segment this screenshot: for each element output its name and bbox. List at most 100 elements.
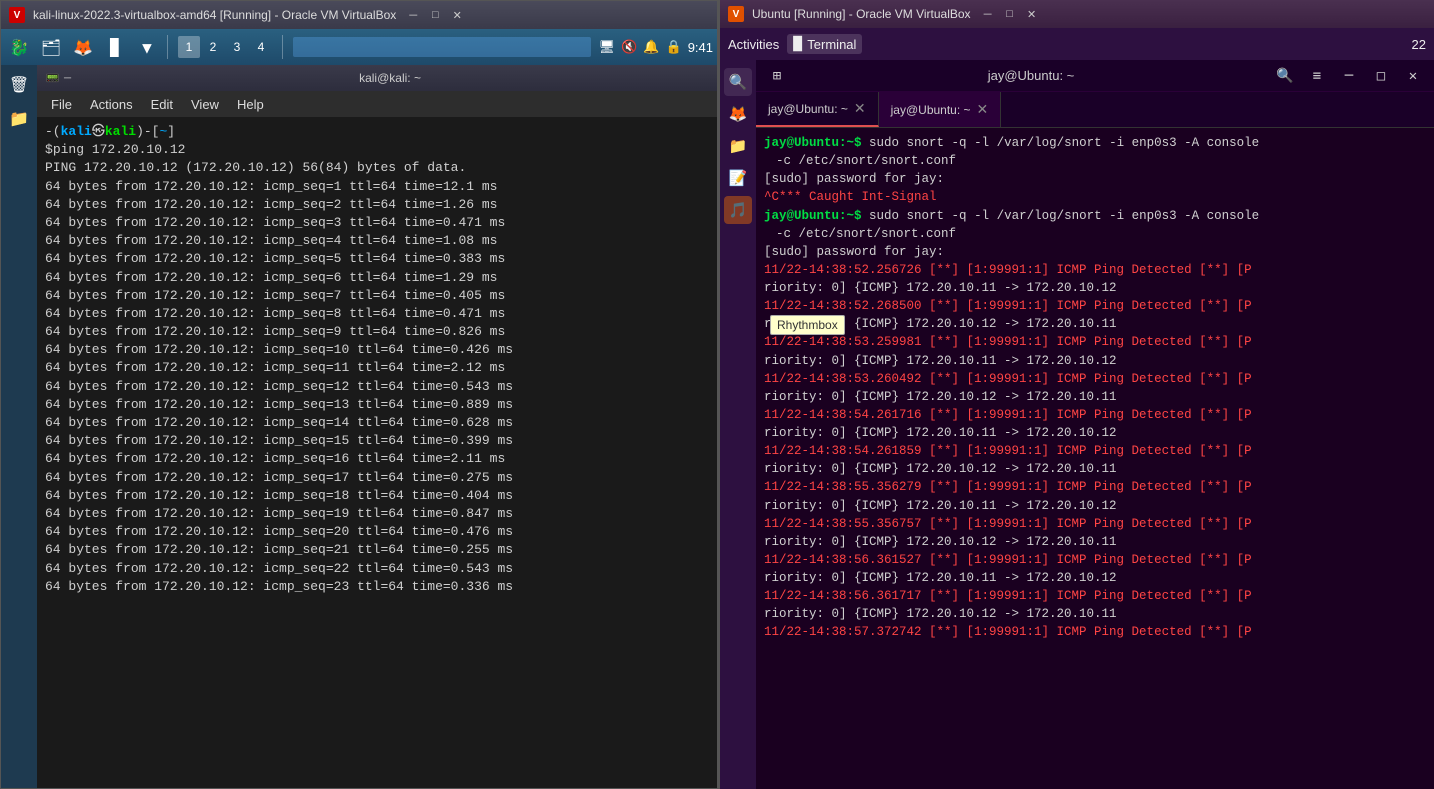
files-icon[interactable]: 🗂	[37, 33, 65, 61]
ping-line-14: 64 bytes from 172.20.10.12: icmp_seq=14 …	[45, 414, 709, 432]
ping-line-11: 64 bytes from 172.20.10.12: icmp_seq=11 …	[45, 359, 709, 377]
workspace-4[interactable]: 4	[250, 36, 272, 58]
taskbar-time: 9:41	[688, 40, 713, 55]
maximize-button[interactable]: □	[426, 6, 444, 24]
dropdown-arrow-icon[interactable]: ▼	[133, 33, 161, 61]
ubuntu-vbox-icon: V	[728, 6, 744, 22]
ubuntu-top-taskbar: Activities ▉ Terminal 22	[720, 28, 1434, 60]
ubuntu-sidebar-icon-2[interactable]: 📝	[724, 164, 752, 192]
ubuntu-prompt-2: jay@Ubuntu:~$	[764, 209, 862, 223]
snort-info-4: riority: 0] {ICMP} 172.20.10.12 -> 172.2…	[764, 388, 1426, 406]
ping-line-1: 64 bytes from 172.20.10.12: icmp_seq=1 t…	[45, 178, 709, 196]
right-maximize-button[interactable]: □	[1001, 5, 1019, 23]
workspace-1[interactable]: 1	[178, 36, 200, 58]
ubuntu-toolbar-title: jay@Ubuntu: ~	[796, 68, 1266, 83]
left-terminal-area: 📟 ─ kali@kali: ~ File Actions Edit View …	[37, 65, 717, 788]
ubuntu-tab-1[interactable]: jay@Ubuntu: ~ ✕	[756, 92, 879, 127]
ping-line-18: 64 bytes from 172.20.10.12: icmp_seq=18 …	[45, 487, 709, 505]
terminal-icon[interactable]: ▉	[101, 33, 129, 61]
taskbar-right-area: 🖥 🔇 🔔 🔒 9:41	[599, 39, 713, 55]
ping-line-22: 64 bytes from 172.20.10.12: icmp_seq=22 …	[45, 560, 709, 578]
ping-line-12: 64 bytes from 172.20.10.12: icmp_seq=12 …	[45, 378, 709, 396]
prompt-bracket-open: -(	[45, 123, 61, 141]
activities-label[interactable]: Activities	[728, 37, 779, 52]
workspace-switcher: 1 2 3 4	[178, 36, 272, 58]
ubuntu-toolbar-maximize[interactable]: □	[1368, 63, 1394, 89]
menu-file[interactable]: File	[43, 95, 80, 114]
ping-line-23: 64 bytes from 172.20.10.12: icmp_seq=23 …	[45, 578, 709, 596]
left-main-area: 🗑 📁 📟 ─ kali@kali: ~ File Actions Edit V…	[1, 65, 717, 788]
snort-info-1: riority: 0] {ICMP} 172.20.10.11 -> 172.2…	[764, 279, 1426, 297]
ubuntu-toolbar-close[interactable]: ✕	[1400, 63, 1426, 89]
snort-info-5: riority: 0] {ICMP} 172.20.10.11 -> 172.2…	[764, 424, 1426, 442]
minimize-button[interactable]: －	[404, 6, 422, 24]
ubuntu-cmd-2: sudo snort -q -l /var/log/snort -i enp0s…	[869, 209, 1259, 223]
menu-help[interactable]: Help	[229, 95, 272, 114]
prompt-bracket-close: )-[	[136, 123, 159, 141]
inner-title-text: kali@kali: ~	[359, 71, 421, 85]
snort-info-2: riority: 0] {ICMP} 172.20.10.12 -> 172.2…	[764, 315, 1426, 333]
kali-terminal-content: -(kali㉿kali)-[~] $ ping 172.20.10.12 PIN…	[37, 117, 717, 788]
kali-menu-icon[interactable]: 🐉	[5, 33, 33, 61]
ubuntu-sidebar-icon-3[interactable]: 🎵	[724, 196, 752, 224]
ubuntu-toolbar-btn-1[interactable]: ⊞	[764, 63, 790, 89]
menu-actions[interactable]: Actions	[82, 95, 141, 114]
ubuntu-prompt-1: jay@Ubuntu:~$	[764, 136, 862, 150]
ping-line-13: 64 bytes from 172.20.10.12: icmp_seq=13 …	[45, 396, 709, 414]
close-button[interactable]: ✕	[448, 6, 466, 24]
sidebar-folder-icon[interactable]: 📁	[4, 103, 34, 133]
ping-line-6: 64 bytes from 172.20.10.12: icmp_seq=6 t…	[45, 269, 709, 287]
inner-title-center: kali@kali: ~	[71, 71, 709, 85]
ubuntu-tab-1-close[interactable]: ✕	[854, 100, 866, 117]
snort-info-6: riority: 0] {ICMP} 172.20.10.12 -> 172.2…	[764, 460, 1426, 478]
kali-taskbar: 🐉 🗂 🦊 ▉ ▼ 1 2 3 4 🖥 🔇 🔔 🔒 9:41	[1, 29, 717, 65]
ubuntu-terminal-taskbar-btn[interactable]: ▉ Terminal	[787, 34, 862, 54]
inner-title-icon: 📟	[45, 71, 60, 85]
ping-command: ping 172.20.10.12	[53, 141, 186, 159]
ubuntu-sidebar-icon-1[interactable]: 🔍	[724, 68, 752, 96]
ubuntu-tab-2[interactable]: jay@Ubuntu: ~ ✕	[879, 92, 1002, 127]
ubuntu-term-toolbar: ⊞ jay@Ubuntu: ~ 🔍 ≡ ─ □ ✕	[756, 60, 1434, 92]
ping-line-10: 64 bytes from 172.20.10.12: icmp_seq=10 …	[45, 341, 709, 359]
snort-info-10: riority: 0] {ICMP} 172.20.10.12 -> 172.2…	[764, 605, 1426, 623]
right-window-controls: － □ ✕	[979, 5, 1041, 23]
ubuntu-sidebar-firefox-icon[interactable]: 🦊	[724, 100, 752, 128]
ubuntu-line-1: jay@Ubuntu:~$ sudo snort -q -l /var/log/…	[764, 134, 1426, 152]
snort-alert-8: 11/22-14:38:55.356757 [**] [1:99991:1] I…	[764, 515, 1426, 533]
taskbar-divider-1	[167, 35, 168, 59]
menu-edit[interactable]: Edit	[143, 95, 181, 114]
snort-alert-11: 11/22-14:38:57.372742 [**] [1:99991:1] I…	[764, 623, 1426, 641]
vbox-icon: V	[9, 7, 25, 23]
workspace-2[interactable]: 2	[202, 36, 224, 58]
ping-line-9: 64 bytes from 172.20.10.12: icmp_seq=9 t…	[45, 323, 709, 341]
ping-line-8: 64 bytes from 172.20.10.12: icmp_seq=8 t…	[45, 305, 709, 323]
ubuntu-right-main: 🔍 🦊 📁 📝 🎵 ⊞ jay@Ubuntu: ~ 🔍 ≡ ─ □ ✕ jay@…	[720, 60, 1434, 789]
lock-icon: 🔒	[666, 39, 682, 55]
right-close-button[interactable]: ✕	[1023, 5, 1041, 23]
snort-alert-10: 11/22-14:38:56.361717 [**] [1:99991:1] I…	[764, 587, 1426, 605]
ping-line-5: 64 bytes from 172.20.10.12: icmp_seq=5 t…	[45, 250, 709, 268]
right-titlebar-text: Ubuntu [Running] - Oracle VM VirtualBox	[752, 7, 971, 21]
bell-icon: 🔔	[643, 39, 659, 55]
ping-line-21: 64 bytes from 172.20.10.12: icmp_seq=21 …	[45, 541, 709, 559]
ubuntu-toolbar-minimize[interactable]: ─	[1336, 63, 1362, 89]
ping-line-7: 64 bytes from 172.20.10.12: icmp_seq=7 t…	[45, 287, 709, 305]
prompt-at-sym: ㉿	[92, 123, 105, 141]
ubuntu-toolbar-search[interactable]: 🔍	[1272, 63, 1298, 89]
ubuntu-tab-1-label: jay@Ubuntu: ~	[768, 102, 848, 116]
ubuntu-sidebar-files-icon[interactable]: 📁	[724, 132, 752, 160]
audio-icon: 🔇	[621, 39, 637, 55]
menu-view[interactable]: View	[183, 95, 227, 114]
sidebar-trash-icon[interactable]: 🗑	[4, 69, 34, 99]
workspace-3[interactable]: 3	[226, 36, 248, 58]
prompt-bracket-end: ]	[167, 123, 175, 141]
ubuntu-signal-1: ^C*** Caught Int-Signal	[764, 188, 1426, 206]
snort-alert-2: 11/22-14:38:52.268500 [**] [1:99991:1] I…	[764, 297, 1426, 315]
browser-icon[interactable]: 🦊	[69, 33, 97, 61]
left-titlebar-text: kali-linux-2022.3-virtualbox-amd64 [Runn…	[33, 8, 396, 22]
ping-line-20: 64 bytes from 172.20.10.12: icmp_seq=20 …	[45, 523, 709, 541]
ubuntu-tab-2-close[interactable]: ✕	[977, 101, 989, 118]
ubuntu-sidebar: 🔍 🦊 📁 📝 🎵	[720, 60, 756, 789]
right-minimize-button[interactable]: －	[979, 5, 997, 23]
ubuntu-toolbar-menu[interactable]: ≡	[1304, 63, 1330, 89]
